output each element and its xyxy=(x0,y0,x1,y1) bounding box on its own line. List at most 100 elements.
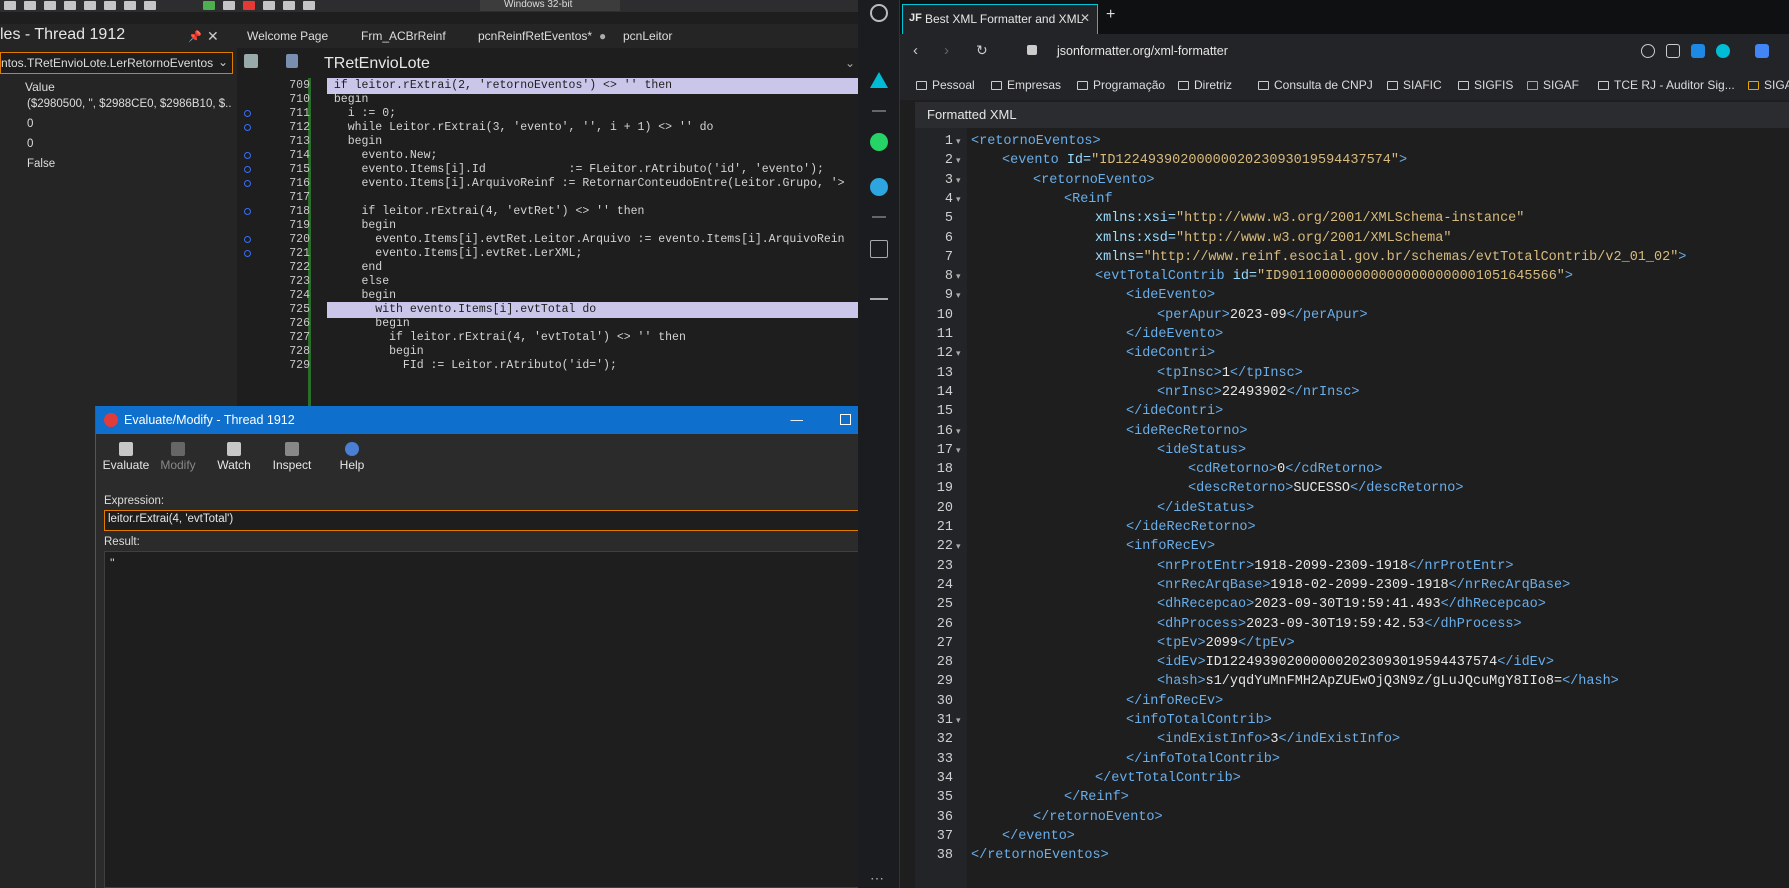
xml-line[interactable]: <ideEvento> xyxy=(1126,286,1215,305)
tab-frm-acbrreinf[interactable]: Frm_ACBrReinf xyxy=(361,29,446,43)
lock-icon[interactable] xyxy=(1027,45,1037,55)
pause-icon[interactable] xyxy=(223,1,236,10)
help-button[interactable]: Help xyxy=(326,442,378,472)
whatsapp-icon[interactable] xyxy=(870,133,888,151)
xml-line[interactable]: </Reinf> xyxy=(1064,788,1129,807)
watch-value[interactable]: ($2980500, '', $2988CE0, $2986B10, $... xyxy=(27,98,232,114)
breakpoint-marker[interactable] xyxy=(244,110,251,117)
heart-icon[interactable] xyxy=(1716,44,1730,58)
xml-line[interactable]: </infoTotalContrib> xyxy=(1126,750,1280,769)
xml-line[interactable]: <nrProtEntr>1918-2099-2309-1918</nrProtE… xyxy=(1157,557,1513,576)
url-field[interactable]: jsonformatter.org/xml-formatter xyxy=(1057,44,1228,58)
watch-context-select[interactable]: ntos.TRetEnvioLote.LerRetornoEventos ⌄ xyxy=(0,52,233,74)
pin-icon[interactable]: 📌 xyxy=(188,30,202,43)
xml-line[interactable]: <Reinf xyxy=(1064,190,1113,209)
minimize-icon[interactable]: — xyxy=(791,406,804,434)
opera-icon[interactable] xyxy=(870,4,888,22)
xml-line[interactable]: <nrRecArqBase>1918-02-2099-2309-1918</nr… xyxy=(1157,576,1570,595)
breakpoint-marker[interactable] xyxy=(244,124,251,131)
fold-chevron-icon[interactable]: ▾ xyxy=(956,711,961,730)
stop-icon[interactable] xyxy=(243,1,256,10)
chevron-down-icon[interactable]: ⌄ xyxy=(218,55,228,69)
chevron-down-icon[interactable]: ⌄ xyxy=(845,56,855,70)
xml-line[interactable]: xmlns:xsi="http://www.w3.org/2001/XMLSch… xyxy=(1095,209,1524,228)
more-icon[interactable]: ⋯ xyxy=(870,870,884,887)
xml-line[interactable]: <infoTotalContrib> xyxy=(1126,711,1272,730)
fold-chevron-icon[interactable]: ▾ xyxy=(956,132,961,151)
bookmark-tce-rj[interactable]: TCE RJ - Auditor Sig... xyxy=(1598,78,1735,92)
forward-icon[interactable]: › xyxy=(944,42,949,59)
result-output[interactable]: '' xyxy=(104,551,859,888)
bookmark-sigfis[interactable]: SIGFIS xyxy=(1458,78,1513,92)
watch-value[interactable]: 0 xyxy=(27,138,232,154)
fold-chevron-icon[interactable]: ▾ xyxy=(956,441,961,460)
tab-pcnleitor[interactable]: pcnLeitor xyxy=(623,29,672,43)
inspect-button[interactable]: Inspect xyxy=(266,442,318,472)
fold-chevron-icon[interactable]: ▾ xyxy=(956,171,961,190)
breakpoint-marker[interactable] xyxy=(244,236,251,243)
bookmark-diretriz[interactable]: Diretriz xyxy=(1178,78,1232,92)
breakpoint-marker[interactable] xyxy=(244,208,251,215)
xml-line[interactable]: <nrInsc>22493902</nrInsc> xyxy=(1157,383,1360,402)
translate-icon[interactable] xyxy=(1755,44,1769,58)
fold-chevron-icon[interactable]: ▾ xyxy=(956,190,961,209)
platform-select[interactable]: Windows 32-bit xyxy=(480,0,620,11)
watch-value[interactable]: False xyxy=(27,158,232,174)
xml-line[interactable]: <tpInsc>1</tpInsc> xyxy=(1157,364,1303,383)
xml-line[interactable]: <cdRetorno>0</cdRetorno> xyxy=(1188,460,1382,479)
watch-button[interactable]: Watch xyxy=(208,442,260,472)
toolbar-button[interactable] xyxy=(44,1,56,10)
xml-line[interactable]: <ideContri> xyxy=(1126,344,1215,363)
news-icon[interactable] xyxy=(870,240,888,258)
code-editor[interactable]: if leitor.rExtrai(2, 'retornoEventos') <… xyxy=(327,76,858,406)
step-icon[interactable] xyxy=(263,1,276,10)
xml-line[interactable]: <perApur>2023-09</perApur> xyxy=(1157,306,1368,325)
back-icon[interactable]: ‹ xyxy=(913,42,918,59)
code-line[interactable]: FId := Leitor.rAtributo('id='); xyxy=(327,358,858,374)
expression-input[interactable]: leitor.rExtrai(4, 'evtTotal') xyxy=(104,510,859,531)
new-tab-icon[interactable]: + xyxy=(1106,6,1115,24)
xml-line[interactable]: xmlns="http://www.reinf.esocial.gov.br/s… xyxy=(1095,248,1686,267)
xml-line[interactable]: <tpEv>2099</tpEv> xyxy=(1157,634,1295,653)
browser-tab[interactable]: JF Best XML Formatter and XML ✕ xyxy=(902,4,1098,34)
xml-line[interactable]: <retornoEvento> xyxy=(1033,171,1155,190)
toolbar-button[interactable] xyxy=(124,1,136,10)
bookmark-empresas[interactable]: Empresas xyxy=(991,78,1061,92)
download-icon[interactable] xyxy=(870,282,888,300)
tab-welcome-page[interactable]: Welcome Page xyxy=(247,29,328,43)
fold-chevron-icon[interactable]: ▾ xyxy=(956,286,961,305)
shield-icon[interactable] xyxy=(1691,44,1705,58)
breakpoint-marker[interactable] xyxy=(244,152,251,159)
xml-line[interactable]: </ideRecRetorno> xyxy=(1126,518,1256,537)
toolbar-button[interactable] xyxy=(144,1,156,10)
toolbar-button[interactable] xyxy=(24,1,36,10)
xml-line[interactable]: </retornoEvento> xyxy=(1033,808,1163,827)
xml-line[interactable]: </evtTotalContrib> xyxy=(1095,769,1241,788)
close-icon[interactable]: ✕ xyxy=(207,28,219,45)
bookmark-consulta-cnpj[interactable]: Consulta de CNPJ xyxy=(1258,78,1373,92)
run-icon[interactable] xyxy=(203,1,216,10)
fold-chevron-icon[interactable]: ▾ xyxy=(956,422,961,441)
emoji-icon[interactable] xyxy=(1641,44,1655,58)
xml-line[interactable]: <ideStatus> xyxy=(1157,441,1246,460)
xml-line[interactable]: </ideEvento> xyxy=(1126,325,1223,344)
fold-chevron-icon[interactable]: ▾ xyxy=(956,537,961,556)
xml-line[interactable]: </retornoEventos> xyxy=(971,846,1109,865)
telegram-icon[interactable] xyxy=(870,178,888,196)
fold-chevron-icon[interactable]: ▾ xyxy=(956,151,961,170)
reload-icon[interactable]: ↻ xyxy=(976,42,988,59)
toolbar-button[interactable] xyxy=(64,1,76,10)
xml-line[interactable]: <evtTotalContrib id="ID90110000000000000… xyxy=(1095,267,1573,286)
xml-line[interactable]: </evento> xyxy=(1002,827,1075,846)
xml-line[interactable]: <ideRecRetorno> xyxy=(1126,422,1248,441)
close-icon[interactable]: ✕ xyxy=(1080,11,1090,25)
xml-viewer[interactable]: <retornoEventos> <evento Id="ID1224939020… xyxy=(967,128,1789,888)
xml-line[interactable]: <infoRecEv> xyxy=(1126,537,1215,556)
toolbar-button[interactable] xyxy=(84,1,96,10)
camera-icon[interactable] xyxy=(1666,44,1680,58)
step-icon[interactable] xyxy=(283,1,296,10)
bookmark-sigaf[interactable]: SIGAF xyxy=(1527,78,1579,92)
xml-line[interactable]: </ideStatus> xyxy=(1157,499,1254,518)
bookmark-programacao[interactable]: Programação xyxy=(1077,78,1165,92)
breakpoint-marker[interactable] xyxy=(244,180,251,187)
